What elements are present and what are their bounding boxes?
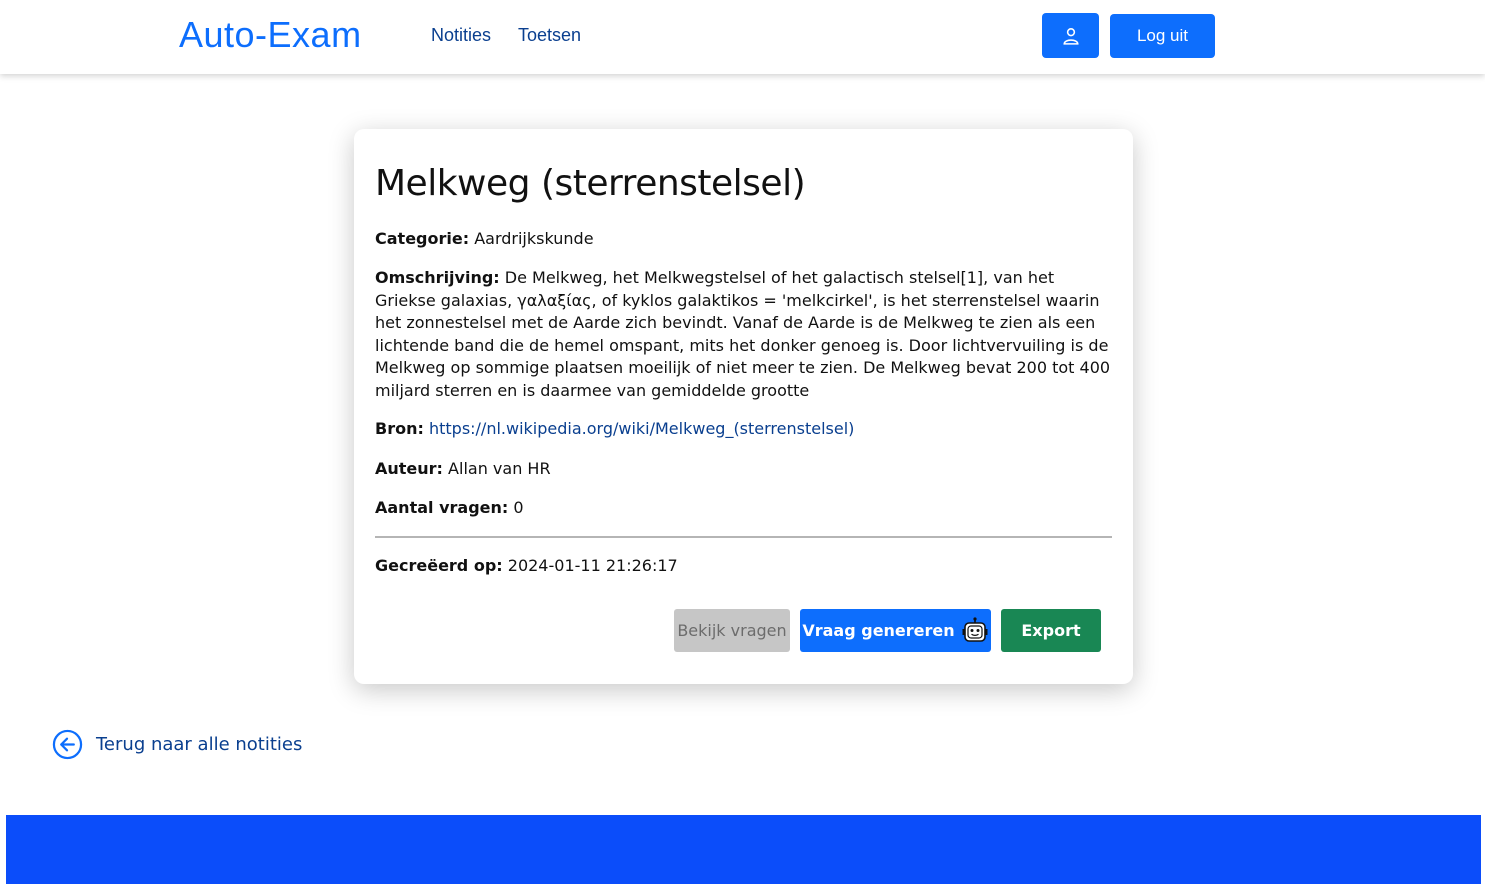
generate-question-button[interactable]: Vraag genereren — [800, 609, 991, 652]
profile-button[interactable] — [1042, 13, 1099, 58]
footer — [6, 815, 1481, 884]
back-to-notes-link[interactable]: Terug naar alle notities — [52, 729, 302, 760]
user-icon — [1062, 27, 1079, 45]
note-title: Melkweg (sterrenstelsel) — [375, 163, 806, 204]
source-field: Bron: https://nl.wikipedia.org/wiki/Melk… — [375, 418, 1115, 441]
created-label: Gecreëerd op: — [375, 556, 503, 575]
category-value: Aardrijkskunde — [474, 229, 594, 248]
question-count-value: 0 — [513, 498, 524, 517]
view-questions-button[interactable]: Bekijk vragen — [674, 609, 790, 652]
nav-link-notities[interactable]: Notities — [431, 25, 491, 46]
export-button[interactable]: Export — [1001, 609, 1101, 652]
category-field: Categorie: Aardrijkskunde — [375, 228, 1115, 251]
author-label: Auteur: — [375, 459, 443, 478]
question-count-field: Aantal vragen: 0 — [375, 497, 1115, 520]
robot-icon — [962, 616, 988, 642]
back-link-label: Terug naar alle notities — [96, 734, 303, 755]
divider — [375, 536, 1112, 538]
description-value: De Melkweg, het Melkwegstelsel of het ga… — [375, 268, 1111, 400]
author-value: Allan van HR — [448, 459, 551, 478]
arrow-left-circle-icon — [52, 729, 83, 760]
logout-button[interactable]: Log uit — [1110, 14, 1215, 58]
description-label: Omschrijving: — [375, 268, 500, 287]
nav-link-toetsen[interactable]: Toetsen — [518, 25, 581, 46]
author-field: Auteur: Allan van HR — [375, 458, 1115, 481]
description-field: Omschrijving: De Melkweg, het Melkwegste… — [375, 267, 1115, 402]
note-card: Melkweg (sterrenstelsel) Categorie: Aard… — [354, 129, 1133, 684]
source-label: Bron: — [375, 419, 424, 438]
created-field: Gecreëerd op: 2024-01-11 21:26:17 — [375, 555, 1115, 578]
question-count-label: Aantal vragen: — [375, 498, 509, 517]
top-navbar: Auto-Exam Notities Toetsen Log uit — [0, 0, 1485, 74]
source-link[interactable]: https://nl.wikipedia.org/wiki/Melkweg_(s… — [429, 419, 854, 438]
category-label: Categorie: — [375, 229, 470, 248]
brand-logo[interactable]: Auto-Exam — [179, 14, 362, 56]
created-value: 2024-01-11 21:26:17 — [507, 556, 678, 575]
generate-question-label: Vraag genereren — [802, 621, 955, 640]
